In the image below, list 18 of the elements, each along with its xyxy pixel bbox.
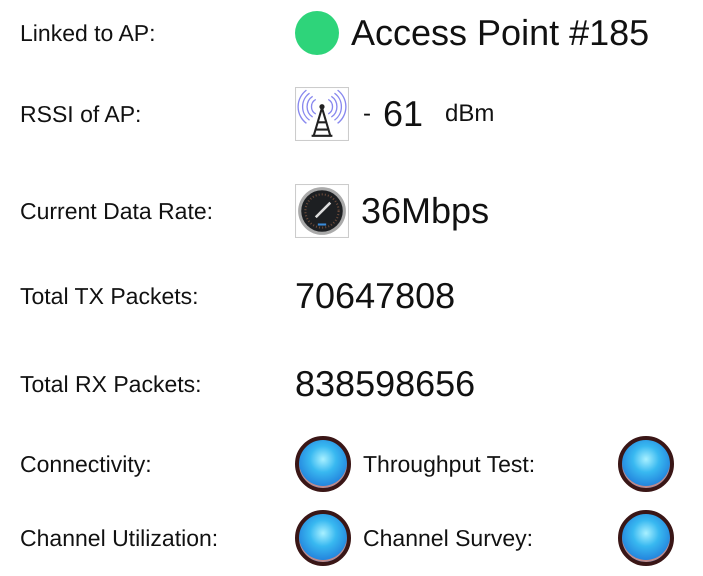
- indicator-label: Channel Utilization:: [20, 524, 220, 552]
- packet-count: 70647808: [295, 275, 456, 317]
- access-point-name: Access Point #185: [351, 12, 650, 54]
- antenna-tower-icon: [295, 87, 349, 141]
- speedometer-icon: [295, 184, 349, 238]
- indicator-label: Channel Survey:: [363, 524, 534, 552]
- indicator-label: Connectivity:: [20, 450, 153, 478]
- rssi-value: 61: [383, 93, 424, 135]
- sign-text: -: [363, 100, 371, 128]
- field-label: Current Data Rate:: [20, 198, 214, 224]
- field-label: RSSI of AP:: [20, 100, 142, 128]
- data-rate-value: 36Mbps: [361, 190, 490, 232]
- unit-text: dBm: [445, 100, 494, 128]
- field-label: Total RX Packets:: [20, 370, 203, 398]
- field-label: Linked to AP:: [20, 20, 157, 46]
- field-label: Total TX Packets:: [20, 282, 200, 310]
- indicator-label: Throughput Test:: [363, 450, 536, 478]
- packet-count: 838598656: [295, 363, 476, 405]
